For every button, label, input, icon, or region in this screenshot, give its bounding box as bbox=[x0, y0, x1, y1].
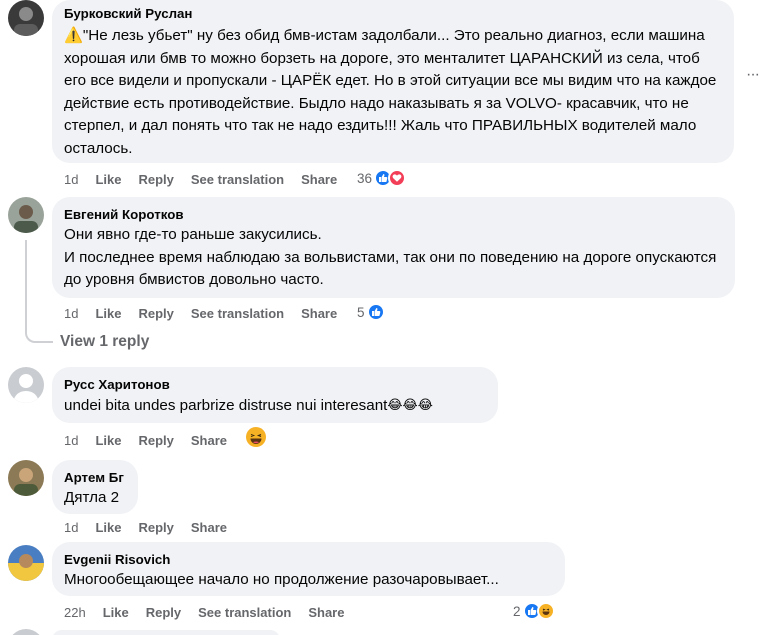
reaction-count: 2 bbox=[513, 603, 521, 619]
avatar[interactable] bbox=[8, 629, 44, 635]
more-options-icon[interactable]: ··· bbox=[746, 67, 759, 83]
see-translation-button[interactable]: See translation bbox=[191, 172, 284, 187]
comment-author[interactable]: Евгений Коротков bbox=[64, 206, 723, 223]
comment-author[interactable]: Бурковский Руслан bbox=[64, 5, 722, 22]
see-translation-button[interactable]: See translation bbox=[198, 605, 291, 620]
like-button[interactable]: Like bbox=[95, 433, 121, 448]
comment-actions: 1d Like Reply See translation Share bbox=[64, 170, 354, 188]
thread-connector bbox=[25, 240, 53, 343]
comment-timestamp[interactable]: 1d bbox=[64, 433, 78, 448]
reply-button[interactable]: Reply bbox=[138, 172, 173, 187]
comment-timestamp[interactable]: 1d bbox=[64, 172, 78, 187]
comment-text: Они явно где-то раньше закусились. И пос… bbox=[64, 226, 717, 288]
share-button[interactable]: Share bbox=[301, 306, 337, 321]
reaction-count: 5 bbox=[357, 304, 365, 320]
like-button[interactable]: Like bbox=[95, 306, 121, 321]
love-reaction-icon bbox=[388, 169, 407, 187]
comment-timestamp[interactable]: 1d bbox=[64, 520, 78, 535]
comment-timestamp[interactable]: 22h bbox=[64, 605, 86, 620]
comment-actions: 1d Like Reply Share bbox=[64, 518, 244, 536]
comment-author[interactable]: Артем Бг bbox=[64, 469, 126, 486]
reaction-summary[interactable]: 5 bbox=[357, 302, 385, 322]
reaction-summary[interactable]: 36 bbox=[357, 168, 407, 188]
view-replies-link[interactable]: View 1 reply bbox=[60, 333, 149, 351]
comment-text: Многообещающее начало но продолжение раз… bbox=[64, 571, 499, 588]
share-button[interactable]: Share bbox=[301, 172, 337, 187]
haha-reaction-icon bbox=[245, 426, 267, 451]
haha-reaction-icon bbox=[536, 602, 555, 620]
like-button[interactable]: Like bbox=[103, 605, 129, 620]
reply-button[interactable]: Reply bbox=[138, 306, 173, 321]
reaction-summary[interactable] bbox=[245, 426, 267, 451]
reply-button[interactable]: Reply bbox=[138, 520, 173, 535]
comment-text-body: undei bita undes parbrize distruse nui i… bbox=[64, 397, 388, 414]
share-button[interactable]: Share bbox=[308, 605, 344, 620]
comment-bubble: Evgenii Risovich Многообещающее начало н… bbox=[52, 542, 565, 596]
reaction-count: 36 bbox=[357, 170, 373, 186]
reply-button[interactable]: Reply bbox=[138, 433, 173, 448]
reply-button[interactable]: Reply bbox=[146, 605, 181, 620]
comment-text: Дятла 2 bbox=[64, 489, 120, 506]
comment-bubble: Русс Харитонов undei bita undes parbrize… bbox=[52, 367, 498, 423]
share-button[interactable]: Share bbox=[191, 520, 227, 535]
comment-text: ⚠️"Не лезь убьет" ну без обид бмв-истам … bbox=[64, 27, 717, 157]
comment-author[interactable]: Русс Харитонов bbox=[64, 376, 486, 393]
comment-text: undei bita undes parbrize distruse nui i… bbox=[64, 394, 486, 418]
reaction-summary[interactable]: 2 bbox=[513, 601, 555, 621]
comment-author[interactable]: Evgenii Risovich bbox=[64, 551, 553, 568]
like-button[interactable]: Like bbox=[95, 520, 121, 535]
comment-timestamp[interactable]: 1d bbox=[64, 306, 78, 321]
avatar[interactable] bbox=[8, 0, 44, 36]
avatar[interactable] bbox=[8, 367, 44, 403]
like-reaction-icon bbox=[366, 303, 385, 321]
comment-bubble bbox=[52, 630, 280, 635]
comment-bubble: Артем Бг Дятла 2 bbox=[52, 460, 138, 514]
avatar[interactable] bbox=[8, 197, 44, 233]
avatar[interactable] bbox=[8, 545, 44, 581]
comment-bubble: Евгений Коротков Они явно где-то раньше … bbox=[52, 197, 735, 298]
comment-actions: 22h Like Reply See translation Share bbox=[64, 603, 361, 621]
comment-actions: 1d Like Reply Share bbox=[64, 431, 244, 449]
laughing-emoji-icon: 😂😂😂 bbox=[387, 397, 433, 412]
comment-actions: 1d Like Reply See translation Share bbox=[64, 304, 354, 322]
comment-bubble: Бурковский Руслан ⚠️"Не лезь убьет" ну б… bbox=[52, 0, 734, 163]
see-translation-button[interactable]: See translation bbox=[191, 306, 284, 321]
share-button[interactable]: Share bbox=[191, 433, 227, 448]
like-button[interactable]: Like bbox=[95, 172, 121, 187]
avatar[interactable] bbox=[8, 460, 44, 496]
